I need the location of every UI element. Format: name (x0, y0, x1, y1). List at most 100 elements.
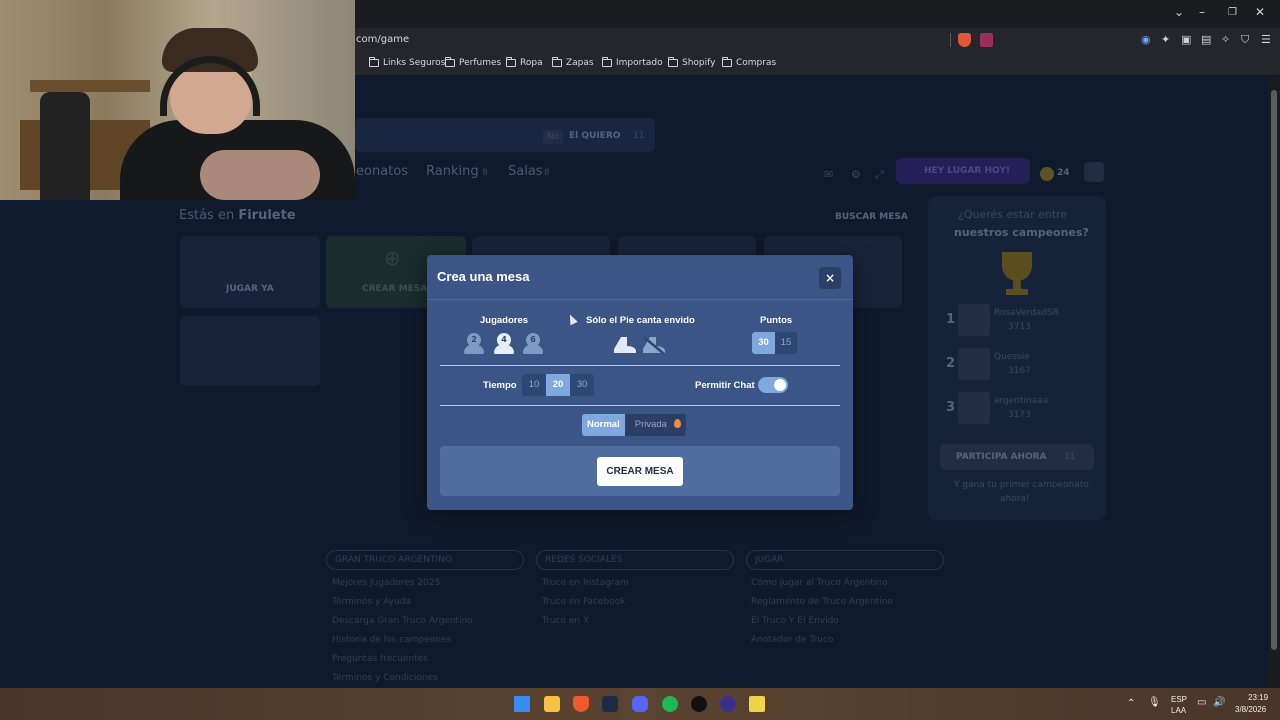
points-option-15[interactable]: 15 (775, 332, 797, 354)
table-card-4[interactable] (180, 316, 320, 386)
footer-link[interactable]: Cómo jugar al Truco Argentino (751, 578, 888, 588)
minimize-icon[interactable]: – (1199, 5, 1205, 19)
bookmark-ropa[interactable]: Ropa (506, 57, 543, 68)
fullscreen-icon[interactable]: ⤢ (875, 168, 884, 182)
footer-link[interactable]: Truco en Instagram (542, 578, 629, 588)
promo-banner: No El QUIERO 11 (355, 118, 655, 152)
chat-toggle[interactable] (758, 377, 788, 393)
footer-link[interactable]: Historia de los campeones (332, 635, 451, 645)
foot-icon[interactable] (612, 335, 638, 355)
windows-start-icon[interactable] (514, 696, 530, 712)
menu-icon[interactable]: ☰ (1261, 33, 1271, 46)
language-indicator[interactable]: ESP (1171, 695, 1187, 704)
bookmark-shopify[interactable]: Shopify (668, 57, 715, 68)
settings-icon[interactable]: ⚙ (851, 168, 861, 181)
webcam-person-hand (200, 150, 320, 200)
address-divider (950, 33, 951, 47)
wallet-signal-icon[interactable]: ◉ (1141, 33, 1151, 46)
close-modal-button[interactable]: × (819, 267, 841, 289)
footer-link[interactable]: Términos y Condiciones (332, 673, 438, 683)
footer-link[interactable]: Truco en X (542, 616, 589, 626)
points-option-30[interactable]: 30 (752, 332, 775, 354)
clock-date[interactable]: 3/8/2026 (1235, 705, 1266, 714)
bookmark-perfumes[interactable]: Perfumes (445, 57, 501, 68)
play-now-card[interactable]: JUGAR YA (180, 236, 320, 308)
create-table-modal: Crea una mesa × Jugadores 2 4 6 Sólo el … (427, 255, 853, 510)
folder-icon (506, 57, 516, 67)
mail-icon[interactable]: ✉ (824, 168, 833, 181)
nav-salas[interactable]: Salas (508, 164, 543, 179)
spotify-icon[interactable] (662, 696, 678, 712)
footer-link[interactable]: Reglamento de Truco Argentino (751, 597, 893, 607)
mode-option-privada[interactable]: Privada (625, 414, 686, 436)
brave-browser-icon[interactable] (573, 696, 589, 712)
mode-option-normal[interactable]: Normal (582, 414, 625, 436)
create-table-button[interactable]: CREAR MESA (597, 457, 683, 486)
footer-link[interactable]: Truco en Facebook (542, 597, 625, 607)
brave-rewards-icon[interactable] (980, 33, 993, 47)
players-option-4[interactable]: 4 (493, 333, 515, 355)
vpn-icon[interactable]: ⛉ (1241, 33, 1249, 47)
players-label: Jugadores (480, 315, 529, 326)
rank-row-1[interactable]: 1 RosaVerdadSR 3713 (946, 304, 1096, 338)
time-option-20[interactable]: 20 (546, 374, 570, 396)
cta-button[interactable]: HEY LUGAR HOY! (896, 158, 1030, 184)
modal-header-divider (427, 299, 853, 300)
coin-count: 24 (1057, 168, 1070, 178)
page-scrollbar[interactable] (1268, 76, 1280, 688)
banner-text: El QUIERO (569, 131, 621, 141)
points-label: Puntos (760, 315, 793, 326)
discord-icon[interactable] (632, 696, 648, 712)
app-icon-2[interactable] (749, 696, 765, 712)
bookmark-zapas[interactable]: Zapas (552, 57, 594, 68)
file-explorer-icon[interactable] (544, 696, 560, 712)
coin-icon (1040, 167, 1054, 181)
clock-time[interactable]: 23:19 (1248, 693, 1268, 702)
app-icon[interactable] (720, 696, 736, 712)
nav-ranking[interactable]: Ranking (426, 164, 479, 179)
nav-campeonatos[interactable]: eonatos (356, 164, 408, 179)
search-table-link[interactable]: BUSCAR MESA (835, 212, 908, 222)
volume-icon[interactable]: 🔊 (1213, 697, 1225, 708)
footer-link[interactable]: Preguntas frecuentes (332, 654, 428, 664)
tab-search-icon[interactable]: ⌄ (1174, 5, 1184, 19)
avatar (958, 392, 990, 424)
network-icon[interactable]: ▭ (1197, 697, 1206, 708)
profile-icon[interactable] (1084, 162, 1104, 182)
microphone-icon[interactable]: 🎙 (1148, 697, 1161, 708)
rank-row-2[interactable]: 2 Quessie 3167 (946, 348, 1096, 382)
footer-link[interactable]: Mejores Jugadores 2025 (332, 578, 440, 588)
modal-title: Crea una mesa (437, 269, 530, 284)
bookmark-importado[interactable]: Importado (602, 57, 663, 68)
footer-link[interactable]: Anotador de Truco (751, 635, 833, 645)
extensions-icon[interactable]: ✦ (1161, 33, 1170, 46)
banner-count: 11 (633, 131, 645, 141)
footer-link[interactable]: Términos y Ayuda (332, 597, 411, 607)
windows-taskbar: ⌃ 🎙 ESP LAA ▭ 🔊 23:19 3/8/2026 (0, 688, 1280, 720)
time-option-10[interactable]: 10 (522, 374, 546, 396)
steam-icon[interactable] (602, 696, 618, 712)
bookmark-links-seguros[interactable]: Links Seguros (369, 57, 445, 68)
close-window-icon[interactable]: ✕ (1255, 5, 1265, 19)
obs-icon[interactable] (691, 696, 707, 712)
players-option-2[interactable]: 2 (463, 333, 485, 355)
sidebar-icon[interactable]: ▣ (1181, 33, 1191, 46)
chevron-up-icon[interactable]: ⌃ (1127, 698, 1135, 709)
layout-indicator[interactable]: LAA (1171, 706, 1186, 715)
participate-button[interactable]: PARTICIPA AHORA 11 (940, 444, 1094, 470)
footer-link[interactable]: El Truco Y El Envido (751, 616, 839, 626)
wallet-icon[interactable]: ▤ (1201, 33, 1211, 46)
bookmark-compras[interactable]: Compras (722, 57, 776, 68)
footer-link[interactable]: Descarga Gran Truco Argentino (332, 616, 473, 626)
players-option-6[interactable]: 6 (522, 333, 544, 355)
brave-shield-icon[interactable] (958, 33, 971, 47)
scroll-thumb[interactable] (1271, 90, 1277, 650)
time-option-30[interactable]: 30 (570, 374, 594, 396)
maximize-icon[interactable]: ❐ (1228, 7, 1237, 18)
foot-crossed-icon[interactable] (641, 335, 667, 355)
create-button-container: CREAR MESA (440, 446, 840, 496)
rank-row-3[interactable]: 3 argentinaaa 3173 (946, 392, 1096, 426)
webcam-chair (40, 92, 90, 200)
leo-ai-icon[interactable]: ✧ (1221, 33, 1230, 46)
url-text[interactable]: com/game (356, 34, 409, 45)
